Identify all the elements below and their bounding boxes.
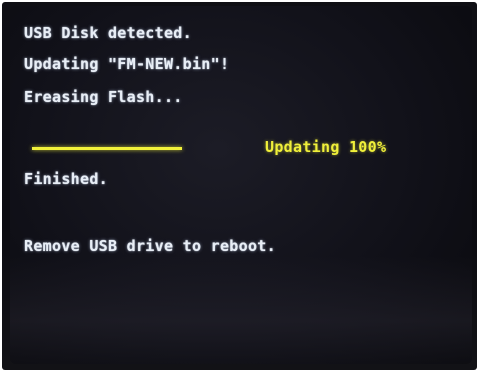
finished-text: Finished. bbox=[24, 170, 108, 188]
usb-detected-text: USB Disk detected. bbox=[24, 24, 192, 42]
updating-file-text: Updating "FM-NEW.bin"! bbox=[24, 55, 230, 73]
photo: USB Disk detected. Updating "FM-NEW.bin"… bbox=[0, 0, 479, 372]
monitor-screen: USB Disk detected. Updating "FM-NEW.bin"… bbox=[10, 6, 472, 364]
progress-bar bbox=[32, 147, 182, 150]
progress-bar-fill bbox=[32, 147, 182, 150]
progress-label: Updating 100% bbox=[265, 138, 387, 156]
progress-row: Updating 100% bbox=[32, 138, 432, 158]
remove-usb-text: Remove USB drive to reboot. bbox=[24, 237, 276, 255]
screen-glare bbox=[10, 256, 472, 364]
erasing-flash-text: Ereasing Flash... bbox=[24, 88, 183, 106]
